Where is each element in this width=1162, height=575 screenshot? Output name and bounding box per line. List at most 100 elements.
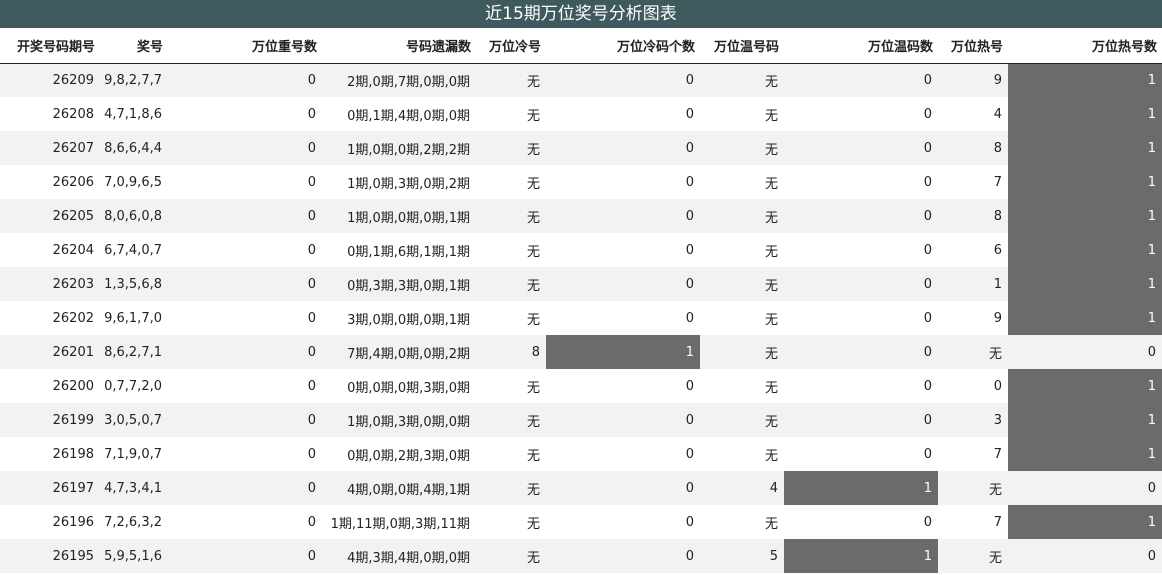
omission-cell: 0期,0期,2期,3期,0期 <box>322 437 476 471</box>
warm-cell: 无 <box>700 131 784 165</box>
repeat-cell: 0 <box>168 403 322 437</box>
cold-cell: 无 <box>476 165 546 199</box>
hot-cell: 7 <box>938 437 1008 471</box>
cold-count-cell: 0 <box>546 301 700 335</box>
repeat-cell: 0 <box>168 165 322 199</box>
issue-cell: 26195 <box>0 539 100 573</box>
hot-count-cell: 1 <box>1008 369 1162 403</box>
number-cell: 4,7,3,4,1 <box>100 471 168 505</box>
number-cell: 7,2,6,3,2 <box>100 505 168 539</box>
repeat-cell: 0 <box>168 301 322 335</box>
warm-count-cell: 1 <box>784 471 938 505</box>
cold-count-cell: 1 <box>546 335 700 369</box>
table-row: 26205 8,0,6,0,8 0 1期,0期,0期,0期,1期无 0 无 0 8 1 <box>0 199 1162 233</box>
number-cell: 0,7,7,2,0 <box>100 369 168 403</box>
repeat-cell: 0 <box>168 199 322 233</box>
hot-count-cell: 1 <box>1008 63 1162 97</box>
repeat-cell: 0 <box>168 505 322 539</box>
number-cell: 8,6,2,7,1 <box>100 335 168 369</box>
warm-count-cell: 0 <box>784 267 938 301</box>
table-row: 26202 9,6,1,7,0 0 3期,0期,0期,0期,1期无 0 无 0 9 1 <box>0 301 1162 335</box>
hot-cell: 7 <box>938 505 1008 539</box>
col-header-hot: 万位热号 <box>938 28 1008 64</box>
hot-count-cell: 1 <box>1008 437 1162 471</box>
issue-cell: 26198 <box>0 437 100 471</box>
omission-cell: 0期,3期,3期,0期,1期 <box>322 267 476 301</box>
warm-cell: 无 <box>700 301 784 335</box>
omission-cell: 0期,1期,4期,0期,0期 <box>322 97 476 131</box>
warm-cell: 无 <box>700 335 784 369</box>
repeat-cell: 0 <box>168 437 322 471</box>
hot-count-cell: 1 <box>1008 403 1162 437</box>
cold-count-cell: 0 <box>546 369 700 403</box>
number-cell: 7,0,9,6,5 <box>100 165 168 199</box>
omission-cell: 7期,4期,0期,0期,2期 <box>322 335 476 369</box>
omission-cell: 1期,0期,3期,0期,2期 <box>322 165 476 199</box>
table-row: 26195 5,9,5,1,6 0 4期,3期,4期,0期,0期无 0 5 1 无 0 <box>0 539 1162 573</box>
warm-cell: 5 <box>700 539 784 573</box>
omission-cell: 1期,11期,0期,3期,11期 <box>322 505 476 539</box>
omission-cell: 4期,3期,4期,0期,0期 <box>322 539 476 573</box>
warm-count-cell: 0 <box>784 165 938 199</box>
hot-cell: 6 <box>938 233 1008 267</box>
table-row: 26206 7,0,9,6,5 0 1期,0期,3期,0期,2期无 0 无 0 7 1 <box>0 165 1162 199</box>
cold-cell: 无 <box>476 471 546 505</box>
hot-cell: 8 <box>938 131 1008 165</box>
warm-count-cell: 0 <box>784 505 938 539</box>
number-cell: 1,3,5,6,8 <box>100 267 168 301</box>
cold-count-cell: 0 <box>546 437 700 471</box>
warm-count-cell: 0 <box>784 369 938 403</box>
omission-cell: 1期,0期,0期,0期,1期 <box>322 199 476 233</box>
warm-cell: 4 <box>700 471 784 505</box>
cold-count-cell: 0 <box>546 267 700 301</box>
table-row: 26207 8,6,6,4,4 0 1期,0期,0期,2期,2期无 0 无 0 8 1 <box>0 131 1162 165</box>
table-row: 26201 8,6,2,7,1 0 7期,4期,0期,0期,2期 8 1 无 0 无 0 <box>0 335 1162 369</box>
table-row: 26208 4,7,1,8,6 0 0期,1期,4期,0期,0期无 0 无 0 4 1 <box>0 97 1162 131</box>
cold-cell: 无 <box>476 539 546 573</box>
hot-cell: 无 <box>938 471 1008 505</box>
number-cell: 8,0,6,0,8 <box>100 199 168 233</box>
issue-cell: 26209 <box>0 63 100 97</box>
hot-cell: 1 <box>938 267 1008 301</box>
issue-cell: 26207 <box>0 131 100 165</box>
warm-cell: 无 <box>700 403 784 437</box>
cold-count-cell: 0 <box>546 505 700 539</box>
hot-count-cell: 1 <box>1008 199 1162 233</box>
hot-cell: 4 <box>938 97 1008 131</box>
issue-cell: 26203 <box>0 267 100 301</box>
warm-cell: 无 <box>700 267 784 301</box>
warm-count-cell: 0 <box>784 301 938 335</box>
hot-cell: 8 <box>938 199 1008 233</box>
issue-cell: 26199 <box>0 403 100 437</box>
cold-cell: 无 <box>476 267 546 301</box>
table-row: 26196 7,2,6,3,2 0 1期,11期,0期,3期,11期无 0 无 0 7 1 <box>0 505 1162 539</box>
warm-cell: 无 <box>700 199 784 233</box>
repeat-cell: 0 <box>168 97 322 131</box>
cold-count-cell: 0 <box>546 165 700 199</box>
table-row: 26209 9,8,2,7,7 0 2期,0期,7期,0期,0期无 0 无 0 9 1 <box>0 63 1162 97</box>
hot-cell: 9 <box>938 301 1008 335</box>
warm-cell: 无 <box>700 63 784 97</box>
cold-count-cell: 0 <box>546 131 700 165</box>
warm-count-cell: 1 <box>784 539 938 573</box>
hot-count-cell: 0 <box>1008 539 1162 573</box>
warm-cell: 无 <box>700 505 784 539</box>
hot-cell: 7 <box>938 165 1008 199</box>
warm-count-cell: 0 <box>784 437 938 471</box>
omission-cell: 0期,1期,6期,1期,1期 <box>322 233 476 267</box>
omission-cell: 3期,0期,0期,0期,1期 <box>322 301 476 335</box>
warm-count-cell: 0 <box>784 63 938 97</box>
warm-count-cell: 0 <box>784 403 938 437</box>
cold-cell: 8 <box>476 335 546 369</box>
col-header-omission: 号码遗漏数 <box>322 28 476 64</box>
cold-cell: 无 <box>476 233 546 267</box>
cold-count-cell: 0 <box>546 63 700 97</box>
hot-count-cell: 0 <box>1008 335 1162 369</box>
repeat-cell: 0 <box>168 233 322 267</box>
col-header-warm-count: 万位温码数 <box>784 28 938 64</box>
repeat-cell: 0 <box>168 471 322 505</box>
hot-count-cell: 1 <box>1008 301 1162 335</box>
cold-count-cell: 0 <box>546 403 700 437</box>
warm-count-cell: 0 <box>784 335 938 369</box>
chart-title: 近15期万位奖号分析图表 <box>0 0 1162 28</box>
